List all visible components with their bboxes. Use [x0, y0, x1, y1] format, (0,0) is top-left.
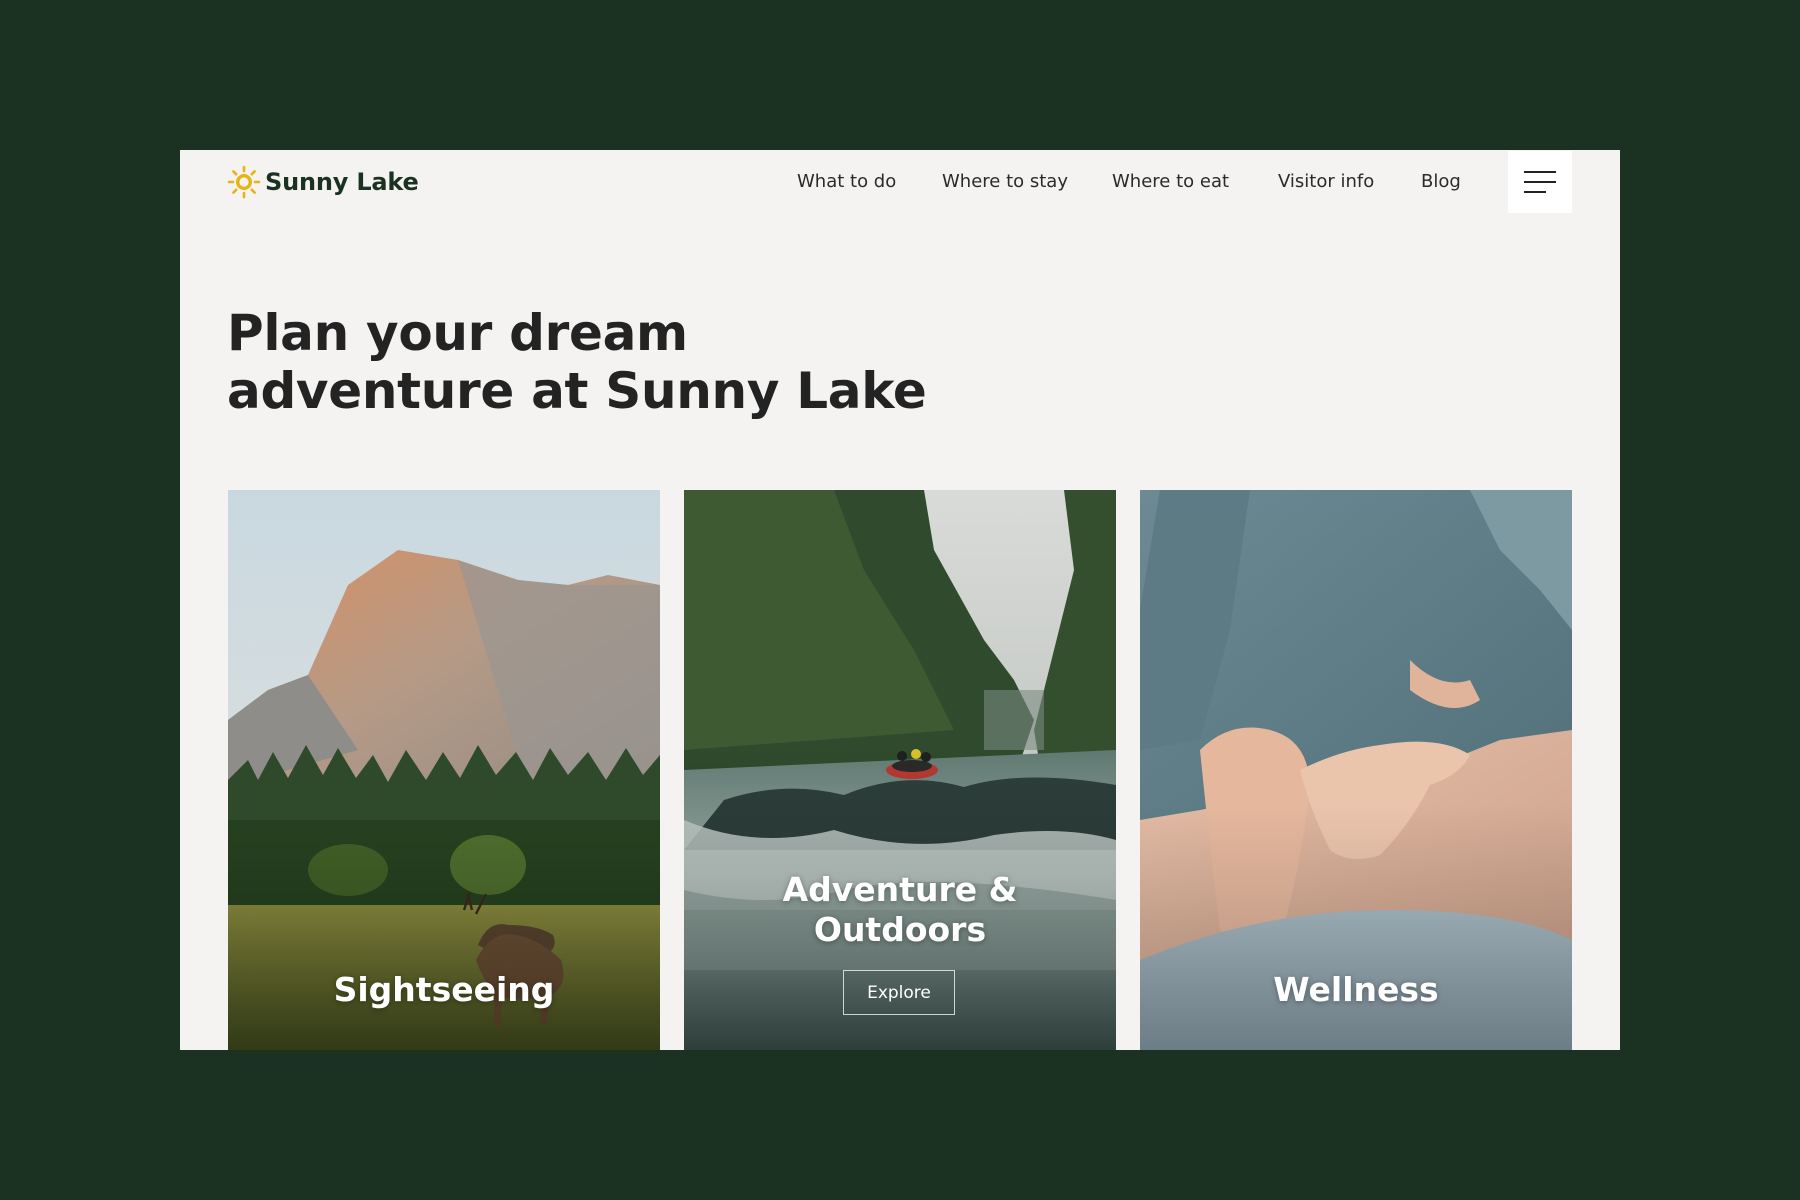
main-nav: What to do Where to stay Where to eat Vi…: [180, 170, 1620, 194]
hamburger-menu-icon-line: [1524, 191, 1546, 193]
card-wellness[interactable]: Wellness: [1140, 490, 1572, 1050]
river-rafting-photo: [684, 490, 1116, 1050]
nav-item-where-to-eat[interactable]: Where to eat: [1112, 170, 1229, 194]
card-sightseeing[interactable]: Sightseeing: [228, 490, 660, 1050]
page-title-line-2: adventure at Sunny Lake: [227, 362, 927, 420]
hamburger-menu-button[interactable]: [1508, 151, 1572, 213]
page-title: Plan your dream adventure at Sunny Lake: [227, 304, 927, 420]
explore-button[interactable]: Explore: [843, 970, 955, 1015]
card-title-wellness: Wellness: [1273, 970, 1439, 1009]
card-title-adventure-line-1: Adventure &: [782, 870, 1018, 909]
card-title-sightseeing: Sightseeing: [333, 970, 555, 1009]
website-frame: Sunny Lake What to do Where to stay Wher…: [180, 150, 1620, 1050]
page-title-line-1: Plan your dream: [227, 304, 688, 362]
nav-item-blog[interactable]: Blog: [1421, 170, 1461, 194]
nav-item-where-to-stay[interactable]: Where to stay: [942, 170, 1068, 194]
card-title-adventure-line-2: Outdoors: [813, 910, 987, 949]
hamburger-menu-icon: [1524, 171, 1556, 173]
mountain-meadow-deer-photo: [228, 490, 660, 1050]
nav-item-visitor-info[interactable]: Visitor info: [1278, 170, 1374, 194]
hamburger-menu-icon-line: [1524, 181, 1556, 183]
nav-item-what-to-do[interactable]: What to do: [797, 170, 896, 194]
card-adventure-outdoors[interactable]: Adventure & Outdoors Explore: [684, 490, 1116, 1050]
massage-photo: [1140, 490, 1572, 1050]
